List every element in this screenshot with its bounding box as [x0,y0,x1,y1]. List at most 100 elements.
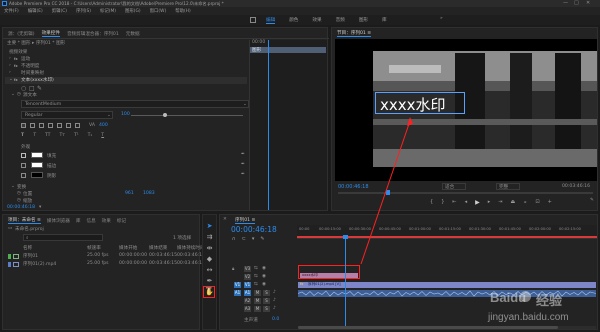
track-a3-mute[interactable]: M [254,306,261,312]
video-clip[interactable]: fx 序列01(2).mp4 [V] [298,282,596,288]
column-media-end[interactable]: 媒体结束 [149,245,167,251]
mask-ellipse-icon[interactable]: ○ [21,85,26,92]
shadow-swatch[interactable] [31,172,43,178]
track-a1-mic-icon[interactable]: ♪ [273,290,276,295]
menu-clip[interactable]: 剪辑(C) [52,8,67,14]
menu-graphics[interactable]: 图形(G) [125,8,141,14]
stopwatch-scale-icon[interactable]: ◷ [17,198,21,203]
add-button-icon[interactable]: + [548,199,552,206]
track-v2-sync-icon[interactable]: ⇆ [254,274,258,279]
timeline-timecode[interactable]: 00:00:46:18 [231,225,277,234]
table-row[interactable]: 序列01 25.00 fps 00:00:00:00 00:03:46:15 0… [5,253,205,260]
tab-media-browser[interactable]: 媒体浏览器 [47,218,70,224]
track-v3-header[interactable]: V3 🔒︎ ⇆ ◉ [230,265,296,273]
workspace-color[interactable]: 颜色 [289,17,298,24]
text-clip[interactable]: xxxx水印 [300,273,358,278]
text-layer-row[interactable]: ⌄ fx 文本(xxxx水印) [5,77,247,84]
close-tab-icon[interactable]: ✕ [223,217,227,222]
linked-selection-icon[interactable]: ⊂ [242,236,246,242]
quality-dropdown[interactable]: 完整 [496,183,520,190]
snap-icon[interactable]: ∩ [232,236,236,242]
program-timecode[interactable]: 00:00:46:18 [338,184,369,190]
menu-file[interactable]: 文件(F) [4,8,19,14]
tab-info[interactable]: 信息 [86,218,95,224]
menu-edit[interactable]: 编辑(E) [28,8,43,14]
maximize-button[interactable]: □ [574,0,579,6]
time-ruler[interactable]: 00:00 00:00:15:00 00:00:30:00 00:00:45:0… [297,225,597,239]
master-value[interactable]: 0.0 [272,317,279,322]
shadow-eyedropper-icon[interactable]: ✒ [241,172,245,177]
tab-program[interactable]: 节目：序列01 ≡ [337,30,372,37]
fill-eyedropper-icon[interactable]: ✒ [241,152,245,157]
extract-icon[interactable]: ⌅ [523,199,527,206]
font-size-slider-thumb[interactable] [163,113,167,117]
add-marker-icon[interactable]: ▾ [252,236,255,242]
effect-controls-timecode[interactable]: 00:00:46:18 [7,205,35,210]
tab-effect-controls[interactable]: 效果控件 [41,30,60,37]
shadow-checkbox[interactable] [21,173,26,178]
mark-in-icon[interactable]: { [430,199,433,206]
track-a2-mute[interactable]: M [254,298,261,304]
tab-audio-mixer[interactable]: 音频剪辑混合器：序列01 [67,31,119,37]
track-a3-mic-icon[interactable]: ♪ [273,306,276,311]
expand-opacity-icon[interactable]: › [9,63,11,68]
track-select-tool-icon[interactable]: ⇉ [205,233,214,242]
menu-sequence[interactable]: 序列(S) [76,8,91,14]
track-a1-solo[interactable]: S [263,290,270,296]
justify-all-icon[interactable] [57,123,62,128]
column-fps[interactable]: 帧速率 [87,245,101,251]
track-a3-header[interactable]: A3 M S ♪ [230,305,296,313]
column-name[interactable]: 名称 [23,245,32,251]
workspace-edit[interactable]: 编辑 [266,17,276,24]
expand-source-text-icon[interactable]: ⌄ [11,92,15,97]
track-a1-source-patch[interactable]: A1 [234,290,241,296]
tab-project[interactable]: 项目：未命名 ≡ [8,217,41,224]
workspace-graphics[interactable]: 图形 [359,17,368,24]
step-back-icon[interactable]: ◂ [465,199,468,206]
track-v1-header[interactable]: V1 V1 ⇆ ◉ [230,281,296,289]
tab-effects[interactable]: 效果 [102,218,111,224]
font-style-select[interactable]: Regular ⌄ [21,111,113,119]
position-x-value[interactable]: 961 [125,191,134,196]
workspace-audio[interactable]: 音频 [336,17,345,24]
effect-controls-mini-timeline[interactable]: 00:00 图形 [249,40,327,210]
play-icon[interactable]: ▶ [475,199,480,206]
project-search-input[interactable]: ⌕ [23,234,103,241]
track-a2-solo[interactable]: S [263,298,270,304]
track-v3-eye-icon[interactable]: ◉ [262,266,266,271]
ripple-edit-tool-icon[interactable]: ⇹ [205,244,214,253]
tab-markers[interactable]: 标记 [117,218,126,224]
minimize-button[interactable]: — [563,0,568,6]
effect-controls-filter-icon[interactable]: ▾ [39,205,41,210]
video-frame[interactable]: xxxx水印 [335,39,597,181]
stroke-eyedropper-icon[interactable]: ✒ [241,162,245,167]
collapse-text-icon[interactable]: ⌄ [9,77,13,82]
workspace-more-icon[interactable]: » [440,16,443,21]
expand-time-remap-icon[interactable]: › [9,70,11,75]
table-row[interactable]: 序列01(2).mp4 25.00 fps 00:00:00:00 00:03:… [5,261,205,268]
justify-right-icon[interactable] [75,123,80,128]
fill-swatch[interactable] [31,152,43,158]
all-caps-icon[interactable]: TT [45,133,51,138]
close-button[interactable]: ✕ [586,0,590,6]
menu-marker[interactable]: 标记(M) [100,8,116,14]
expand-transform-icon[interactable]: ⌄ [11,184,15,189]
superscript-icon[interactable]: T¹ [74,133,79,138]
type-tool-button[interactable]: T [203,286,215,298]
faux-bold-icon[interactable]: T [21,133,24,138]
tracking-value[interactable]: 400 [99,123,108,128]
track-a1-mute[interactable]: M [254,290,261,296]
mask-pen-icon[interactable]: ✎ [37,85,42,92]
workspace-effects[interactable]: 效果 [312,17,321,24]
lift-icon[interactable]: ⏏ [510,199,515,206]
mini-timeline-playhead[interactable] [268,40,269,210]
column-duration[interactable]: 媒体持续时间 [177,245,205,251]
font-size-slider[interactable] [131,113,243,117]
mask-rect-icon[interactable]: □ [29,85,35,92]
font-select[interactable]: TencentMedium ⌄ [21,100,249,108]
go-to-in-icon[interactable]: ⇤ [452,199,456,206]
overlay-text[interactable]: xxxx水印 [380,94,446,115]
razor-tool-icon[interactable]: ◆ [205,255,214,264]
workspace-library[interactable]: 库 [382,17,387,24]
column-media-start[interactable]: 媒体开始 [119,245,137,251]
